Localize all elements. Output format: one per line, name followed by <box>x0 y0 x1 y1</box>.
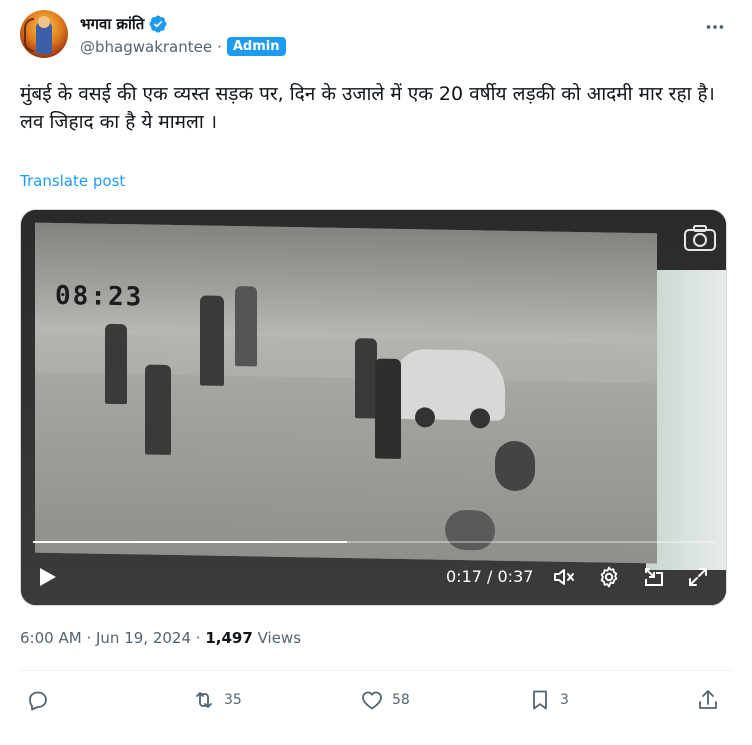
reply-icon <box>29 691 47 711</box>
post-text-line-2: लव जिहाद का है ये मामला । <box>20 111 218 133</box>
cctv-timestamp: 08:23 <box>55 280 144 313</box>
separator-dot: · <box>217 37 222 56</box>
video-progress-fill <box>33 541 348 543</box>
fullscreen-icon[interactable] <box>686 565 710 589</box>
camera-icon[interactable] <box>683 224 717 252</box>
video-player[interactable]: 08:23 0:17 / 0:37 <box>20 209 727 606</box>
meta-separator: · <box>86 629 92 647</box>
handle-row: @bhagwakrantee · Admin <box>80 37 286 56</box>
views-count: 1,497 <box>205 629 253 647</box>
post-text-line-1: मुंबई के वसई की एक व्यस्त सड़क पर, दिन क… <box>20 83 715 105</box>
bookmark-icon <box>533 690 547 710</box>
reply-button[interactable] <box>26 688 58 712</box>
like-button[interactable]: 58 <box>360 688 410 712</box>
post-meta: 6:00 AM · Jun 19, 2024 · 1,497 Views <box>20 629 301 647</box>
post-header: भगवा क्रांति @bhagwakrantee · Admin <box>20 10 732 62</box>
car-in-footage <box>395 348 505 421</box>
meta-separator: · <box>195 629 201 647</box>
pip-icon[interactable] <box>642 565 666 589</box>
admin-badge: Admin <box>226 37 286 56</box>
name-row: भगवा क्रांति <box>80 14 168 34</box>
verified-badge-icon <box>149 15 167 33</box>
video-window-region <box>646 270 726 570</box>
repost-count: 35 <box>224 692 242 708</box>
mute-icon[interactable] <box>552 565 576 589</box>
bookmark-button[interactable]: 3 <box>528 688 569 712</box>
cctv-footage: 08:23 <box>35 222 657 564</box>
heart-icon <box>362 691 382 710</box>
post-time[interactable]: 6:00 AM <box>20 629 82 647</box>
user-handle[interactable]: @bhagwakrantee <box>80 38 212 56</box>
play-icon[interactable] <box>39 567 57 587</box>
post-text: मुंबई के वसई की एक व्यस्त सड़क पर, दिन क… <box>20 80 730 136</box>
like-count: 58 <box>392 692 410 708</box>
video-progress-bar[interactable] <box>33 541 716 543</box>
settings-icon[interactable] <box>597 565 621 589</box>
more-options-icon[interactable] <box>704 16 726 38</box>
divider <box>20 670 732 671</box>
video-frame: 08:23 <box>21 210 726 605</box>
video-time: 0:17 / 0:37 <box>446 567 534 586</box>
repost-icon <box>196 692 212 708</box>
action-bar: 35 58 3 <box>20 688 732 718</box>
bookmark-count: 3 <box>560 692 569 708</box>
display-name[interactable]: भगवा क्रांति <box>80 14 144 34</box>
share-icon <box>699 690 717 709</box>
translate-post-link[interactable]: Translate post <box>20 172 125 190</box>
post-date[interactable]: Jun 19, 2024 <box>96 629 191 647</box>
share-button[interactable] <box>696 688 720 712</box>
repost-button[interactable]: 35 <box>192 688 242 712</box>
avatar[interactable] <box>20 10 68 58</box>
views-label: Views <box>257 629 302 647</box>
video-controls: 0:17 / 0:37 <box>21 561 726 591</box>
